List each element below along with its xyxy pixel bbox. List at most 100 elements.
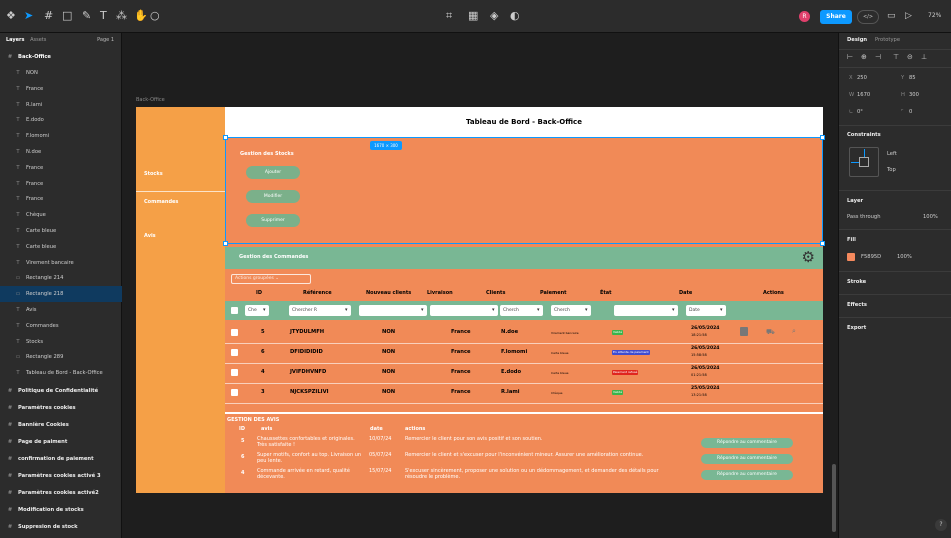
sidebar-item-stocks[interactable]: Stocks (144, 171, 163, 177)
avatar[interactable]: R (799, 11, 810, 22)
modify-stock-button[interactable]: Modifier (246, 190, 300, 203)
layer-item[interactable]: ▭ Rectangle 218 (0, 286, 122, 303)
layer-opacity[interactable]: 100% (923, 214, 938, 220)
frame-item[interactable]: # Paramètres cookies activé 3 (0, 468, 122, 484)
resize-handle[interactable] (820, 241, 825, 246)
frame-item[interactable]: # Page de paiment (0, 434, 122, 450)
frame-item[interactable]: # Modification de stocks (0, 502, 122, 518)
frame-item[interactable]: # Bannière Cookies (0, 417, 122, 433)
constraints-widget[interactable] (849, 147, 879, 177)
blend-mode-select[interactable]: Pass through (847, 214, 881, 220)
dev-mode-toggle[interactable]: </> (857, 10, 879, 24)
zoom-level[interactable]: 72% (928, 12, 941, 19)
layer-item[interactable]: T Chèque (0, 207, 122, 223)
select-all-checkbox[interactable] (231, 307, 238, 314)
constraint-horizontal[interactable]: Left (887, 151, 897, 157)
reply-button[interactable]: Répondre au commentaire (701, 470, 793, 480)
constraint-vertical[interactable]: Top (887, 167, 896, 173)
table-row[interactable]: 6 DFIDIDIDID NON France F.lomomi Carte bleue E… (225, 343, 823, 363)
table-row[interactable]: 5 JTYDULMFH NON France N.doe Virement bancair… (225, 323, 823, 343)
add-stock-button[interactable]: Ajouter (246, 166, 300, 179)
tab-layers[interactable]: Layers (6, 37, 25, 43)
canvas-scrollbar[interactable] (832, 464, 836, 532)
align-center-icon[interactable]: ⊕ (861, 53, 867, 61)
edit-icon[interactable] (740, 327, 748, 336)
frame-item[interactable]: # Paramètres cookies activé2 (0, 485, 122, 501)
tab-assets[interactable]: Assets (30, 37, 46, 43)
hand-tool-icon[interactable]: ✋ (134, 10, 148, 22)
figma-menu-icon[interactable]: ❖ (6, 10, 16, 22)
resize-handle[interactable] (820, 135, 825, 140)
library-icon[interactable]: ▭ (887, 10, 896, 22)
reply-button[interactable]: Répondre au commentaire (701, 438, 793, 448)
layer-item[interactable]: T France (0, 160, 122, 176)
row-checkbox[interactable] (231, 349, 238, 356)
layer-item[interactable]: T Stocks (0, 334, 122, 350)
align-middle-icon[interactable]: ⊝ (907, 53, 913, 61)
review-row[interactable]: 6 Super motifs, confort au top. Livraison… (225, 452, 823, 469)
layer-item[interactable]: T Avis (0, 302, 122, 318)
present-icon[interactable]: ▷ (905, 10, 912, 22)
frame-tool-icon[interactable]: # (44, 10, 53, 22)
row-checkbox[interactable] (231, 389, 238, 396)
review-row[interactable]: 4 Commande arrivée en retard, qualité déc… (225, 468, 823, 485)
fill-swatch[interactable] (847, 253, 855, 261)
layer-item[interactable]: T Virement bancaire (0, 255, 122, 271)
y-field[interactable]: 85 (909, 75, 916, 81)
component-tool-icon[interactable]: ⁂ (116, 10, 127, 22)
frame-item[interactable]: # Suppresion de stock (0, 519, 122, 535)
resize-handle[interactable] (223, 135, 228, 140)
table-row[interactable]: 4 JVIFDHVNFD NON France E.dodo Carte bleue Pai… (225, 363, 823, 383)
width-field[interactable]: 1670 (857, 92, 870, 98)
layer-item[interactable]: T France (0, 191, 122, 207)
align-right-icon[interactable]: ⊣ (875, 53, 881, 61)
search-icon[interactable]: ⌕ (792, 328, 796, 335)
component-icon[interactable]: ◈ (490, 10, 498, 22)
gear-icon[interactable]: ⚙ (802, 250, 815, 265)
layer-item[interactable]: ▭ Rectangle 214 (0, 270, 122, 286)
align-left-icon[interactable]: ⊢ (847, 53, 853, 61)
text-tool-icon[interactable]: T (100, 10, 107, 22)
layer-item[interactable]: T France (0, 176, 122, 192)
x-field[interactable]: 250 (857, 75, 867, 81)
frame-label[interactable]: Back-Office (136, 97, 165, 103)
comment-icon[interactable]: ○ (150, 10, 160, 22)
delete-stock-button[interactable]: Supprimer (246, 214, 300, 227)
height-field[interactable]: 300 (909, 92, 919, 98)
filter-field[interactable]: Chercher R (289, 305, 351, 316)
layer-item[interactable]: T NON (0, 65, 122, 81)
bulk-actions-select[interactable]: Actions groupées ⌄ (231, 274, 311, 284)
stock-section[interactable]: Gestion des Stocks Ajouter Modifier Supp… (223, 135, 825, 246)
row-checkbox[interactable] (231, 369, 238, 376)
layer-frame-back-office[interactable]: # Back-Office (0, 49, 122, 65)
rotation-field[interactable]: 0° (857, 109, 863, 115)
contrast-icon[interactable]: ◐ (510, 10, 520, 22)
layer-item[interactable]: T E.dodo (0, 112, 122, 128)
row-checkbox[interactable] (231, 329, 238, 336)
filter-field[interactable] (430, 305, 498, 316)
layer-item[interactable]: T N.doe (0, 144, 122, 160)
sidebar-item-commandes[interactable]: Commandes (144, 199, 178, 205)
review-row[interactable]: 5 Chaussettes confortables et originales.… (225, 436, 823, 453)
sidebar-item-avis[interactable]: Avis (144, 233, 156, 239)
reply-button[interactable]: Répondre au commentaire (701, 454, 793, 464)
layer-item[interactable]: T Carte bleue (0, 223, 122, 239)
frame-item[interactable]: # Paramètres cookies (0, 400, 122, 416)
filter-field[interactable] (614, 305, 678, 316)
back-office-frame[interactable]: Stocks Commandes Avis Tableau de Bord - … (136, 107, 825, 493)
align-top-icon[interactable]: ⊤ (893, 53, 899, 61)
resize-handle[interactable] (223, 241, 228, 246)
tab-design[interactable]: Design (847, 37, 867, 43)
layer-item[interactable]: T Commandes (0, 318, 122, 334)
layer-item[interactable]: T R.lami (0, 97, 122, 113)
layer-item[interactable]: T France (0, 81, 122, 97)
radius-field[interactable]: 0 (909, 109, 912, 115)
filter-field[interactable] (359, 305, 427, 316)
layer-item[interactable]: T F.lomomi (0, 128, 122, 144)
frame-item[interactable]: # confirmation de paiement (0, 451, 122, 467)
layer-item[interactable]: T Tableau de Bord - Back-Office (0, 365, 122, 381)
layer-item[interactable]: ▭ Rectangle 289 (0, 349, 122, 365)
help-button[interactable]: ? (935, 519, 947, 531)
frame-item[interactable]: # Politique de Confidentialité (0, 383, 122, 399)
delivery-icon[interactable]: ⛟ (766, 329, 775, 336)
